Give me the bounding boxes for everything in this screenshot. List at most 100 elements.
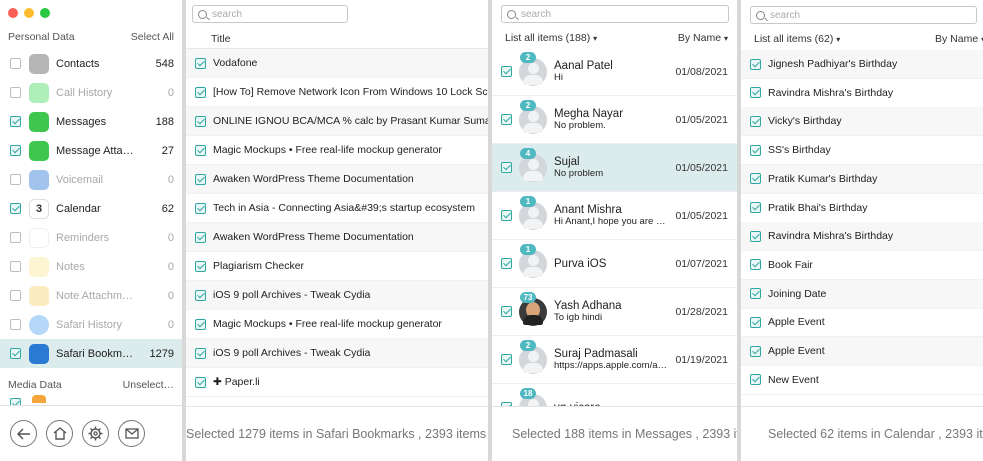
messages-search-input[interactable]: search [501,5,729,23]
bookmark-checkbox[interactable] [195,347,206,359]
category-checkbox[interactable] [10,232,21,243]
calendar-event-checkbox[interactable] [750,202,761,213]
bookmark-checkbox[interactable] [195,173,206,185]
message-thread-row[interactable]: 1 Anant Mishra Hi Anant,I hope you are doi… [492,192,737,240]
bookmark-checkbox[interactable] [195,289,206,301]
minimize-window-button[interactable] [24,8,34,18]
message-thread-row[interactable]: 4 Sujal No problem 01/05/2021 [492,144,737,192]
bookmark-checkbox[interactable] [195,376,206,388]
category-checkbox[interactable] [10,174,21,185]
calendar-filter-dropdown[interactable]: List all items (62) ▾ [754,33,840,45]
calendar-search-input[interactable]: search [750,6,977,24]
calendar-event-checkbox[interactable] [750,316,761,328]
category-row[interactable]: Contacts 548 [0,49,182,78]
home-button[interactable] [46,420,73,447]
bookmark-row[interactable]: iOS 9 poll Archives - Tweak Cydia [186,281,488,310]
message-thread-row[interactable]: 1 Purva iOS 01/07/2021 [492,240,737,288]
calendar-event-checkbox[interactable] [750,230,761,242]
calendar-event-row[interactable]: Vicky's Birthday [741,107,983,137]
calendar-event-row[interactable]: SS's Birthday [741,136,983,166]
calendar-event-row[interactable]: Apple Event [741,337,983,366]
category-checkbox[interactable] [10,203,21,214]
calendar-event-row[interactable]: Jignesh Padhiyar's Birthday [741,50,983,79]
unselect-link[interactable]: Unselect… [123,379,174,391]
calendar-event-checkbox[interactable] [750,288,761,300]
category-row[interactable]: Voicemail 0 [0,165,182,194]
bookmark-checkbox[interactable] [195,260,206,272]
bookmark-row[interactable]: Vodafone [186,49,488,78]
bookmark-row[interactable]: iOS 9 poll Archives - Tweak Cydia [186,339,488,368]
calendar-sort-dropdown[interactable]: By Name ▾ [935,33,983,45]
category-row[interactable]: Messages 188 [0,107,182,136]
category-checkbox[interactable] [10,319,21,330]
category-row[interactable]: Note Attachm… 0 [0,281,182,310]
category-checkbox[interactable] [10,58,21,69]
category-row[interactable]: Reminders 0 [0,223,182,252]
calendar-event-row[interactable]: New Event [741,366,983,395]
message-thread-checkbox[interactable] [501,162,512,173]
bookmark-checkbox[interactable] [195,57,206,69]
category-checkbox[interactable] [10,145,21,156]
category-row[interactable]: Message Atta… 27 [0,136,182,165]
message-thread-row[interactable]: 73 Yash Adhana To igb hindi 01/28/2021 [492,288,737,336]
calendar-event-checkbox[interactable] [750,173,761,185]
title-column-header[interactable]: Title [186,29,488,49]
messages-filter-dropdown[interactable]: List all items (188) ▾ [505,32,597,44]
category-row[interactable]: Safari Bookm… 1279 [0,339,182,368]
bookmark-row[interactable]: Magic Mockups • Free real-life mockup ge… [186,136,488,165]
calendar-event-row[interactable]: Pratik Bhai's Birthday [741,194,983,223]
select-all-link[interactable]: Select All [131,31,174,43]
category-row[interactable]: Call History 0 [0,78,182,107]
calendar-event-row[interactable]: Apple Event [741,308,983,338]
bookmark-row[interactable]: Awaken WordPress Theme Documentation [186,223,488,252]
bookmark-checkbox[interactable] [195,86,206,98]
calendar-event-row[interactable]: Ravindra Mishra's Birthday [741,79,983,108]
category-checkbox[interactable] [10,348,21,359]
bookmarks-search-input[interactable]: search [192,5,348,23]
calendar-event-checkbox[interactable] [750,345,761,357]
category-row[interactable]: Safari History 0 [0,310,182,339]
calendar-event-checkbox[interactable] [750,87,761,99]
close-window-button[interactable] [8,8,18,18]
category-checkbox[interactable] [10,290,21,301]
calendar-event-checkbox[interactable] [750,374,761,386]
calendar-event-checkbox[interactable] [750,144,761,156]
message-thread-checkbox[interactable] [501,210,512,221]
messages-sort-dropdown[interactable]: By Name ▾ [678,32,728,44]
message-thread-checkbox[interactable] [501,354,512,365]
message-thread-checkbox[interactable] [501,306,512,317]
category-row[interactable]: Notes 0 [0,252,182,281]
category-row[interactable]: 3 Calendar 62 [0,194,182,223]
bookmark-row[interactable]: Plagiarism Checker [186,252,488,281]
bookmark-row[interactable]: Magic Mockups • Free real-life mockup ge… [186,310,488,339]
calendar-event-checkbox[interactable] [750,58,761,70]
calendar-event-row[interactable]: Pratik Kumar's Birthday [741,164,983,194]
calendar-event-checkbox[interactable] [750,259,761,271]
zoom-window-button[interactable] [40,8,50,18]
mail-button[interactable] [118,420,145,447]
bookmark-row[interactable]: Awaken WordPress Theme Documentation [186,165,488,194]
message-thread-row[interactable]: 2 Megha Nayar No problem. 01/05/2021 [492,96,737,144]
calendar-event-row[interactable]: Book Fair [741,251,983,280]
message-thread-checkbox[interactable] [501,114,512,125]
bookmark-checkbox[interactable] [195,318,206,330]
bookmark-row[interactable]: Tech in Asia - Connecting Asia&#39;s sta… [186,194,488,223]
message-thread-checkbox[interactable] [501,258,512,269]
bookmark-row[interactable]: ONLINE IGNOU BCA/MCA % calc by Prasant K… [186,107,488,136]
message-thread-checkbox[interactable] [501,66,512,77]
calendar-event-row[interactable]: Ravindra Mishra's Birthday [741,222,983,252]
bookmark-row[interactable]: ✚ Paper.li [186,368,488,397]
message-thread-row[interactable]: 2 Aanal Patel Hi 01/08/2021 [492,48,737,96]
bookmark-checkbox[interactable] [195,231,206,243]
message-thread-row[interactable]: 2 Suraj Padmasali https://apps.apple.com/a… [492,336,737,384]
category-checkbox[interactable] [10,116,21,127]
bookmark-checkbox[interactable] [195,115,206,127]
back-button[interactable] [10,420,37,447]
calendar-event-row[interactable]: Joining Date [741,279,983,309]
settings-button[interactable] [82,420,109,447]
calendar-event-checkbox[interactable] [750,115,761,127]
bookmark-checkbox[interactable] [195,144,206,156]
bookmark-row[interactable]: [How To] Remove Network Icon From Window… [186,78,488,107]
category-checkbox[interactable] [10,87,21,98]
category-checkbox[interactable] [10,261,21,272]
